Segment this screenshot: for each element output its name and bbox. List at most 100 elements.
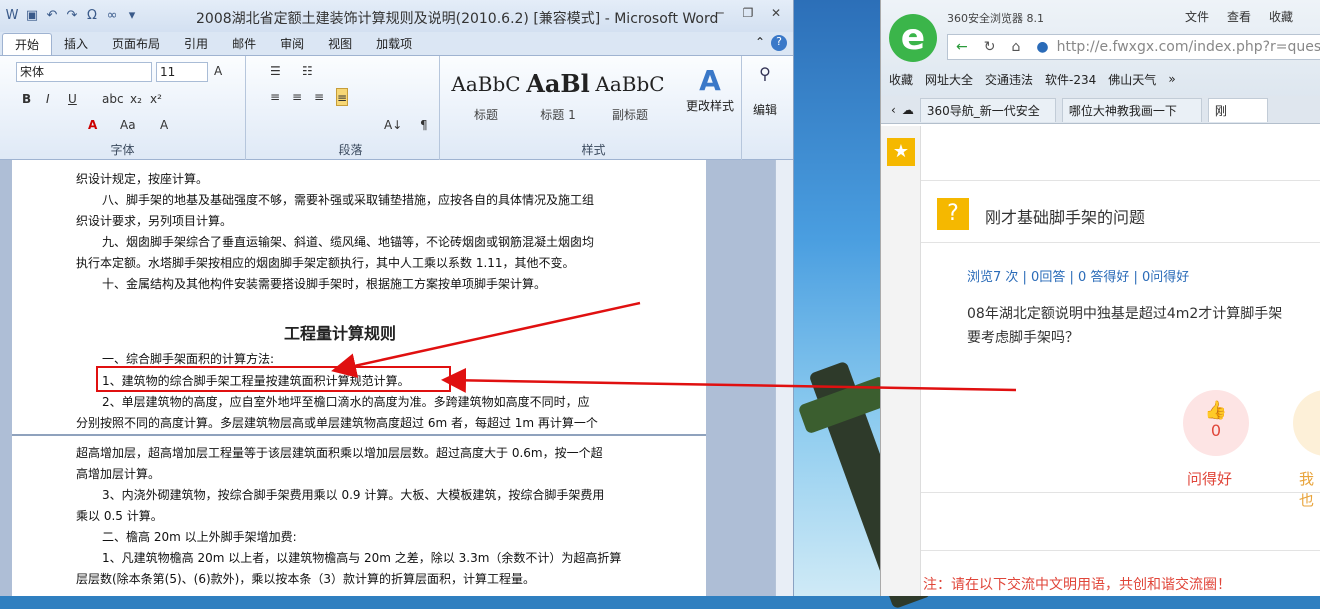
- browser-tab-360[interactable]: 360导航_新一代安全: [919, 97, 1056, 122]
- bold-icon[interactable]: B: [22, 90, 31, 108]
- tab-view[interactable]: 视图: [316, 33, 364, 55]
- browser-tab-question[interactable]: 哪位大神教我画一下: [1061, 97, 1202, 122]
- sort-icon[interactable]: A↓: [384, 116, 402, 134]
- change-styles-icon: A: [699, 64, 721, 97]
- quick-access-toolbar: W ▣ ↶ ↷ Ω ∞ ▾: [0, 8, 140, 24]
- undo-icon[interactable]: ↶: [44, 8, 60, 24]
- tab-mailings[interactable]: 邮件: [220, 33, 268, 55]
- question-stats: 浏览7 次 | 0回答 | 0 答得好 | 0问得好: [967, 270, 1190, 285]
- tab-home[interactable]: 开始: [2, 33, 53, 55]
- word-logo-icon[interactable]: W: [4, 8, 20, 24]
- bookmark-favorites[interactable]: 收藏: [889, 71, 913, 88]
- menu-view[interactable]: 查看: [1227, 8, 1251, 25]
- change-case-icon[interactable]: Aa: [120, 116, 136, 134]
- align-right-icon[interactable]: ≡: [314, 88, 324, 106]
- font-name-box[interactable]: 宋体: [16, 62, 152, 82]
- change-styles-button[interactable]: A 更改样式: [682, 64, 738, 114]
- divider: [921, 242, 1320, 243]
- doc-line: 1、凡建筑物檐高 20m 以上者，以建筑物檐高与 20m 之差，除以 3.3m（…: [102, 551, 622, 565]
- doc-line: 一、综合脚手架面积的计算方法:: [102, 352, 275, 366]
- address-bar[interactable]: ← ↻ ⌂ ● http://e.fwxgx.com/index.php?r=q…: [947, 34, 1320, 60]
- save-icon[interactable]: ▣: [24, 8, 40, 24]
- style-heading1[interactable]: AaBl 标题 1: [522, 64, 594, 134]
- doc-line: 2、单层建筑物的高度，应自室外地坪至檐口滴水的高度为准。多跨建筑物如高度不同时，…: [102, 395, 590, 409]
- tab-page-layout[interactable]: 页面布局: [100, 33, 172, 55]
- menu-file[interactable]: 文件: [1185, 8, 1209, 25]
- bookmark-url-nav[interactable]: 网址大全: [925, 71, 973, 88]
- doc-line: 八、脚手架的地基及基础强度不够，需要补强或采取铺垫措施，应按各自的具体情况及施工…: [102, 193, 595, 207]
- numbering-icon[interactable]: ☷: [302, 62, 313, 80]
- grow-font-icon[interactable]: A: [160, 116, 168, 134]
- qat-dropdown-icon[interactable]: ▾: [124, 8, 140, 24]
- divider: [921, 550, 1320, 551]
- styles-group-label: 样式: [581, 143, 606, 157]
- align-center-icon[interactable]: ≡: [292, 88, 302, 106]
- paragraph-group: ☰ ☷ ≡ ≡ ≡ ≡ A↓ ¶ 段落: [262, 56, 440, 160]
- help-icon[interactable]: ?: [771, 35, 787, 51]
- browser-tabs: ‹ ☁ 360导航_新一代安全 哪位大神教我画一下 刚: [881, 96, 1320, 124]
- star-icon[interactable]: ★: [887, 138, 915, 166]
- style-subtitle[interactable]: AaBbC 副标题: [594, 64, 666, 134]
- redo-icon[interactable]: ↷: [64, 8, 80, 24]
- page-break: [12, 434, 706, 436]
- back-icon[interactable]: ←: [956, 39, 968, 55]
- show-marks-icon[interactable]: ¶: [420, 116, 428, 134]
- tab-addins[interactable]: 加载项: [364, 33, 424, 55]
- refresh-icon[interactable]: ↻: [984, 39, 996, 55]
- bookmarks-bar: 收藏 网址大全 交通违法 软件-234 佛山天气 »: [881, 68, 1320, 90]
- annotation-highlight-box: [96, 366, 451, 392]
- ribbon: 宋体 11 A B I U abc x₂ x² A Aa A 字体 ☰ ☷ ≡ …: [0, 56, 793, 160]
- align-left-icon[interactable]: ≡: [270, 88, 280, 106]
- home-icon[interactable]: ⌂: [1011, 39, 1020, 55]
- tab-review[interactable]: 审阅: [268, 33, 316, 55]
- binoculars-icon: ⚲: [759, 64, 771, 83]
- omega-icon[interactable]: Ω: [84, 8, 100, 24]
- font-size-box[interactable]: 11: [156, 62, 208, 82]
- question-icon: ?: [937, 198, 969, 230]
- browser-title: 360安全浏览器 8.1: [947, 12, 1044, 25]
- me-too-button[interactable]: [1293, 390, 1320, 456]
- font-color-icon[interactable]: A: [88, 116, 97, 134]
- strikethrough-icon[interactable]: abc: [102, 90, 124, 108]
- bookmark-traffic[interactable]: 交通违法: [985, 71, 1033, 88]
- font-group-label: 字体: [110, 143, 135, 157]
- url-text[interactable]: http://e.fwxgx.com/index.php?r=quest: [1057, 39, 1320, 55]
- justify-icon[interactable]: ≡: [336, 88, 349, 106]
- divider: [921, 492, 1320, 493]
- bookmark-software[interactable]: 软件-234: [1045, 71, 1096, 88]
- like-label: 问得好: [1187, 470, 1233, 488]
- italic-icon[interactable]: I: [46, 90, 50, 108]
- url-site-icon: ●: [1036, 39, 1049, 55]
- doc-line: 3、内浇外砌建筑物，按综合脚手架费用乘以 0.9 计算。大板、大模板建筑，按综合…: [102, 488, 605, 502]
- infinity-icon[interactable]: ∞: [104, 8, 120, 24]
- tab-scroll-left-icon[interactable]: ‹: [891, 103, 896, 117]
- doc-line: 层层数(除本条第(5)、(6)款外)，乘以按本条（3）款计算的折算层面积，计算工…: [76, 572, 535, 586]
- restore-icon[interactable]: ❐: [739, 6, 757, 22]
- subscript-icon[interactable]: x₂: [130, 90, 142, 108]
- bullets-icon[interactable]: ☰: [270, 62, 281, 80]
- ribbon-collapse-icon[interactable]: ⌃: [755, 35, 765, 51]
- doc-heading: 工程量计算规则: [284, 324, 397, 343]
- bookmark-weather[interactable]: 佛山天气: [1108, 71, 1156, 88]
- tab-insert[interactable]: 插入: [52, 33, 100, 55]
- edit-button[interactable]: ⚲ 编辑: [748, 64, 782, 118]
- browser-logo-icon[interactable]: e: [889, 14, 937, 62]
- paragraph-group-label: 段落: [338, 143, 363, 157]
- more-bookmarks-icon[interactable]: »: [1168, 72, 1175, 86]
- browser-tab-current[interactable]: 刚: [1207, 97, 1268, 122]
- superscript-icon[interactable]: x²: [150, 90, 162, 108]
- vertical-scrollbar[interactable]: [775, 160, 793, 596]
- ribbon-tabs: 开始 插入 页面布局 引用 邮件 审阅 视图 加载项 ⌃ ?: [0, 32, 793, 56]
- tab-references[interactable]: 引用: [172, 33, 220, 55]
- minimize-icon[interactable]: ─: [711, 6, 729, 22]
- style-title[interactable]: AaBbC 标题: [450, 64, 522, 134]
- browser-window: e 360安全浏览器 8.1 文件 查看 收藏 ← ↻ ⌂ ● http://e…: [880, 0, 1320, 596]
- word-window-title: 2008湖北省定额土建装饰计算规则及说明(2010.6.2) [兼容模式] - …: [196, 11, 719, 27]
- close-icon[interactable]: ✕: [767, 6, 785, 22]
- font-grow-icon[interactable]: A: [214, 62, 222, 80]
- cloud-icon[interactable]: ☁: [902, 103, 914, 117]
- like-button[interactable]: 👍 0: [1183, 390, 1249, 456]
- underline-icon[interactable]: U: [68, 90, 77, 108]
- menu-favorites[interactable]: 收藏: [1269, 8, 1293, 25]
- me-too-label: 我也: [1299, 470, 1315, 509]
